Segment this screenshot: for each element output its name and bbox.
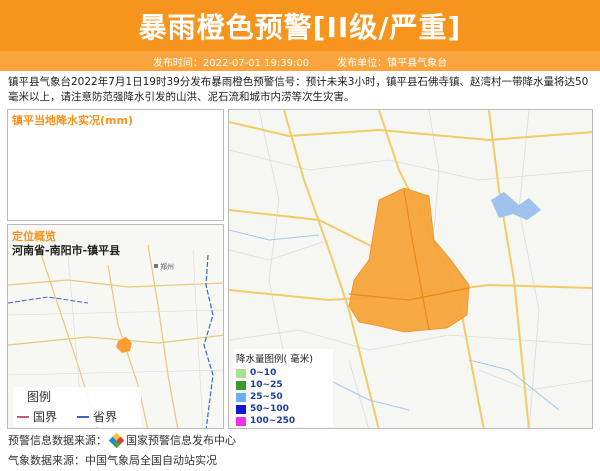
legend-swatch [236,404,246,414]
alert-description: 镇平县气象台2022年7月1日19时39分发布暴雨橙色预警信号：预计未来3小时，… [8,76,589,103]
overview-legend: 图例 国界 省界 [13,387,141,427]
rainfall-legend-title: 降水量图例( 毫米) [236,354,313,365]
legend-label: 25~50 [250,392,283,402]
warning-source-label: 预警信息数据来源： [8,434,107,447]
publish-time-label: 发布时间： [152,57,203,69]
legend-label: 100~250 [250,416,296,426]
publish-unit-value: 镇平县气象台 [387,57,448,69]
legend-item-national-border: 国界 [17,408,57,425]
legend-item-25-50: 25~50 [233,391,333,403]
overview-legend-title: 图例 [27,390,52,404]
publish-time-value: 2022-07-01 19:39:00 [202,57,310,69]
rainfall-legend: 降水量图例( 毫米) 0~10 10~25 25~50 50~100 100~2… [233,349,333,427]
meta-bar: 发布时间：2022-07-01 19:39:00 发布单位：镇平县气象台 [0,51,600,71]
national-border-label: 国界 [33,410,58,424]
warning-map-panel: 降水量图例( 毫米) 0~10 10~25 25~50 50~100 100~2… [228,109,593,429]
rain-panel: 镇平当地降水实况(mm) [7,109,224,221]
warning-source: 预警信息数据来源： 国家预警信息发布中心 [8,432,236,448]
legend-item-10-25: 10~25 [233,379,333,391]
legend-item-50-100: 50~100 [233,403,333,415]
weather-source: 气象数据来源： 中国气象局全国自动站实况 [8,452,217,468]
legend-swatch [236,380,246,390]
legend-item-0-10: 0~10 [233,367,333,379]
legend-label: 0~10 [250,368,277,378]
legend-label: 50~100 [250,404,289,414]
province-border-swatch [77,415,89,418]
location-panel: 郑州 定位概览 河南省-南阳市-镇平县 图例 国界 省界 [7,224,224,429]
zhengzhou-label: 郑州 [160,263,174,271]
alert-header: 暴雨橙色预警[II级/严重] [0,0,600,51]
national-border-swatch [17,415,29,418]
publish-time: 发布时间：2022-07-01 19:39:00 [153,54,309,69]
legend-swatch [236,416,246,426]
weather-source-value: 中国气象局全国自动站实况 [85,454,217,467]
province-border-label: 省界 [93,410,118,424]
legend-swatch [236,392,246,402]
warning-source-value: 国家预警信息发布中心 [126,434,236,447]
legend-label: 10~25 [250,380,283,390]
region-path: 河南省-南阳市-镇平县 [12,244,121,257]
rain-panel-title: 镇平当地降水实况(mm) [12,114,133,127]
legend-swatch [236,368,246,378]
legend-item-100-250: 100~250 [233,415,333,427]
publish-unit: 发布单位：镇平县气象台 [337,54,447,69]
alert-title: 暴雨橙色预警[II级/严重] [138,10,462,44]
legend-item-province-border: 省界 [77,408,117,425]
emergency-center-logo-icon [108,432,125,448]
weather-source-label: 气象数据来源： [8,454,85,467]
publish-unit-label: 发布单位： [337,57,388,69]
